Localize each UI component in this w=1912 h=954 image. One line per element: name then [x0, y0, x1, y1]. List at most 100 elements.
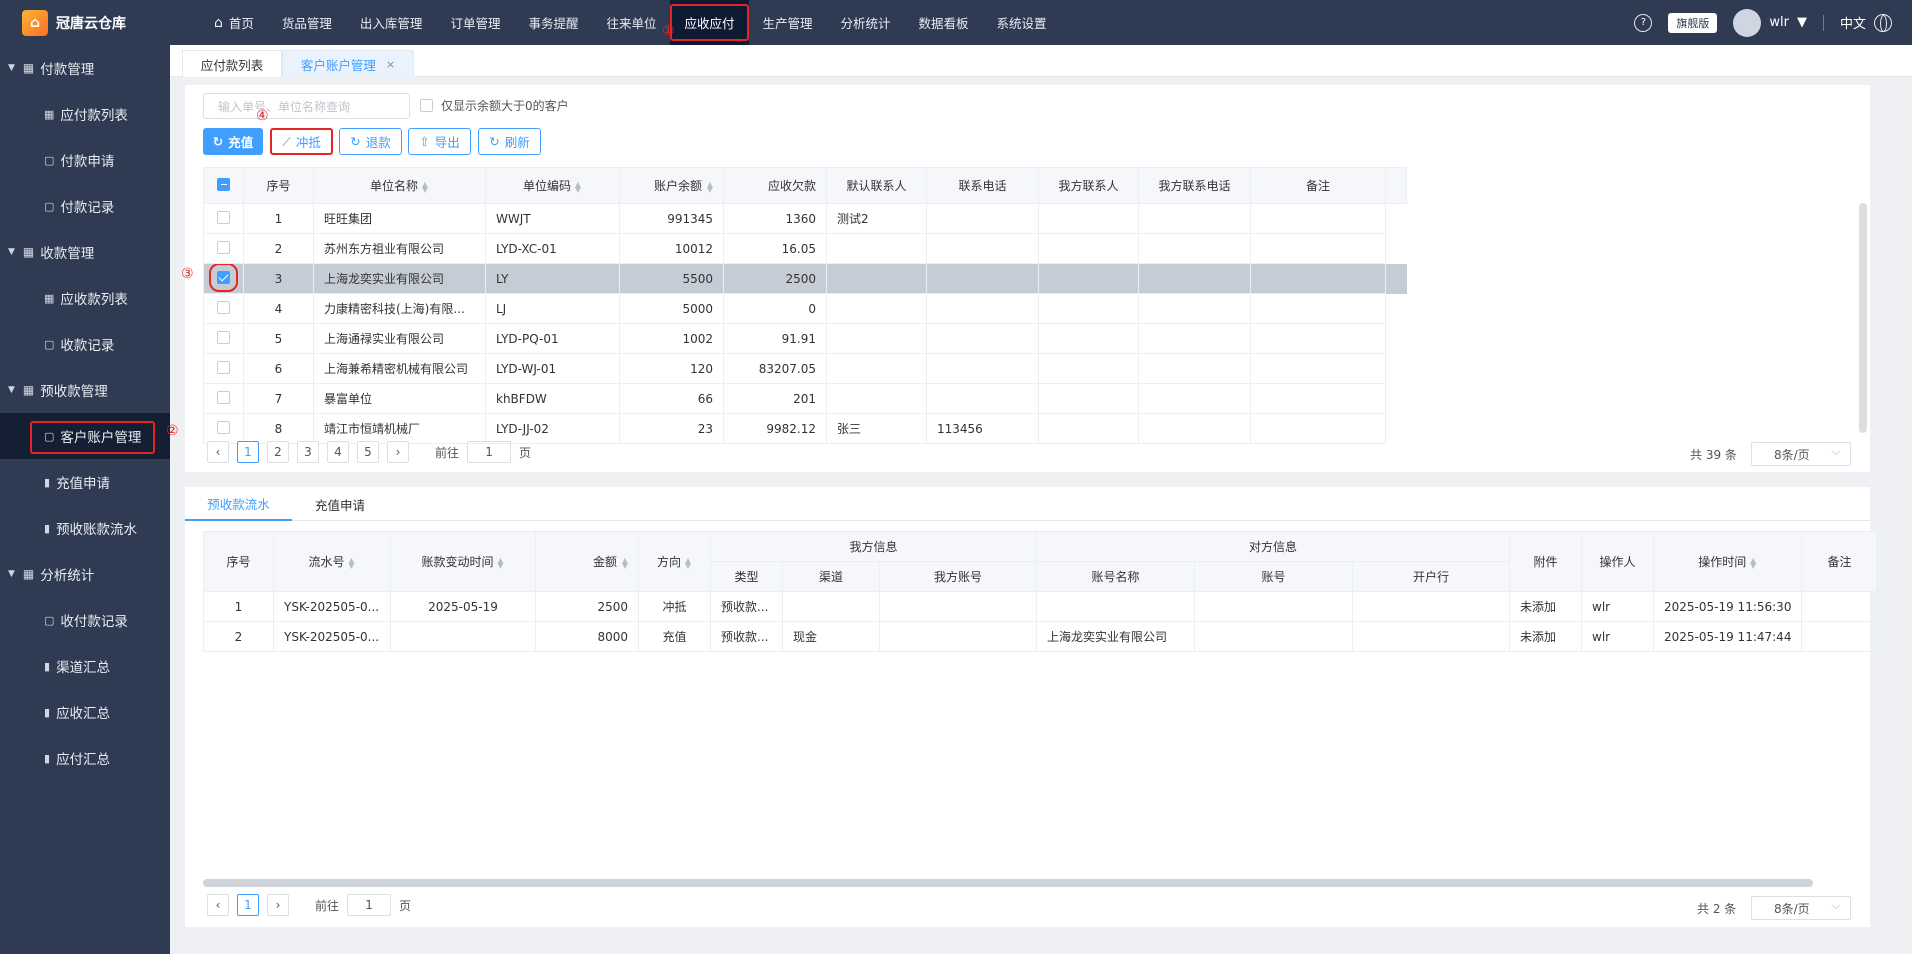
- tab-recharge-request[interactable]: 充值申请: [315, 487, 365, 521]
- table-row[interactable]: 2 YSK-202505-0... 8000 充值 预收款... 现金 上海龙奕实业有限公司…: [203, 621, 1878, 652]
- horizontal-scrollbar[interactable]: [203, 879, 1813, 887]
- table-row[interactable]: 6 上海兼希精密机械有限公司 LYD-WJ-01 120 83207.05: [203, 353, 1407, 384]
- col-header-sortable[interactable]: 操作时间 ▲ ▼: [1652, 531, 1803, 592]
- page-button[interactable]: 4: [327, 441, 349, 463]
- sort-icon[interactable]: ▲ ▼: [348, 556, 356, 569]
- col-header-sortable[interactable]: 方向 ▲ ▼: [638, 531, 711, 592]
- sidebar-item-payment-request[interactable]: ▢ 付款申请: [0, 137, 170, 183]
- export-button[interactable]: ⇧ 导出: [408, 128, 471, 155]
- refresh-button[interactable]: ↻ 刷新: [478, 128, 541, 155]
- sidebar-item-receivables-list[interactable]: ▦ 应收款列表: [0, 275, 170, 321]
- nav-dashboard[interactable]: 数据看板: [905, 0, 983, 45]
- col-header-sortable[interactable]: 金额 ▲ ▼: [535, 531, 639, 592]
- prev-page-button[interactable]: ‹: [207, 894, 229, 916]
- app-logo[interactable]: ⌂ 冠唐云仓库: [0, 0, 170, 45]
- search-input[interactable]: 输入单号、单位名称查询: [203, 93, 410, 119]
- sidebar-group-analytics[interactable]: ▼ ▦ 分析统计: [0, 551, 170, 597]
- sidebar-item-payment-history[interactable]: ▢ 收付款记录: [0, 597, 170, 643]
- language-switch[interactable]: 中文: [1840, 13, 1892, 32]
- page-button[interactable]: 1: [237, 441, 259, 463]
- sidebar-item-prepayment-flow[interactable]: ▮ 预收账款流水: [0, 505, 170, 551]
- table-row[interactable]: 1 YSK-202505-0... 2025-05-19 2500 冲抵 预收款... 未添…: [203, 591, 1878, 622]
- row-select-cell[interactable]: [203, 263, 244, 294]
- table-row[interactable]: 1 旺旺集团 WWJT 991345 1360 测试2: [203, 203, 1407, 234]
- user-menu[interactable]: wlr ▼: [1733, 8, 1807, 37]
- sort-icon[interactable]: ▲ ▼: [497, 556, 505, 569]
- col-header-sortable[interactable]: 账户余额 ▲ ▼: [619, 167, 724, 204]
- page-button[interactable]: 2: [267, 441, 289, 463]
- sidebar-item-receivable-summary[interactable]: ▮ 应收汇总: [0, 689, 170, 735]
- nav-inout[interactable]: 出入库管理: [346, 0, 437, 45]
- sort-icon[interactable]: ▲ ▼: [705, 180, 713, 193]
- table-row[interactable]: 4 力康精密科技(上海)有限... LJ 5000 0: [203, 293, 1407, 324]
- page-size-select[interactable]: 8条/页: [1751, 442, 1851, 466]
- sidebar-item-customer-accounts[interactable]: ▢ 客户账户管理: [0, 413, 170, 459]
- nav-goods[interactable]: 货品管理: [268, 0, 346, 45]
- recharge-button[interactable]: ↻ 充值: [203, 128, 263, 155]
- nav-partners[interactable]: 往来单位: [592, 0, 670, 45]
- row-checkbox[interactable]: [217, 360, 230, 374]
- select-all-checkbox[interactable]: [217, 177, 230, 191]
- page-button[interactable]: 5: [357, 441, 379, 463]
- select-all[interactable]: [203, 167, 244, 204]
- sort-icon[interactable]: ▲ ▼: [574, 180, 582, 193]
- nav-orders[interactable]: 订单管理: [436, 0, 514, 45]
- refund-button[interactable]: ↻ 退款: [339, 128, 402, 155]
- row-checkbox[interactable]: [209, 264, 238, 292]
- row-checkbox[interactable]: [217, 420, 230, 434]
- col-header-sortable[interactable]: 流水号 ▲ ▼: [273, 531, 391, 592]
- next-page-button[interactable]: ›: [387, 441, 409, 463]
- table-row[interactable]: 8 靖江市恒靖机械厂 LYD-JJ-02 23 9982.12 张三 113456: [203, 413, 1407, 444]
- table-row[interactable]: 3 上海龙奕实业有限公司 LY 5500 2500: [203, 263, 1407, 294]
- row-select-cell[interactable]: [203, 353, 244, 384]
- sidebar-group-prepayments[interactable]: ▼ ▦ 预收款管理: [0, 367, 170, 413]
- prev-page-button[interactable]: ‹: [207, 441, 229, 463]
- row-checkbox[interactable]: [217, 210, 230, 224]
- positive-balance-filter[interactable]: 仅显示余额大于0的客户: [420, 97, 569, 114]
- col-header-sortable[interactable]: 账款变动时间 ▲ ▼: [390, 531, 536, 592]
- sidebar-group-payments[interactable]: ▼ ▦ 付款管理: [0, 45, 170, 91]
- nav-reminders[interactable]: 事务提醒: [514, 0, 592, 45]
- page-button[interactable]: 1: [237, 894, 259, 916]
- nav-settings[interactable]: 系统设置: [983, 0, 1061, 45]
- sidebar-group-collections[interactable]: ▼ ▦ 收款管理: [0, 229, 170, 275]
- row-select-cell[interactable]: [203, 203, 244, 234]
- close-icon[interactable]: ×: [386, 58, 395, 71]
- sidebar-item-payment-records[interactable]: ▢ 付款记录: [0, 183, 170, 229]
- page-size-select[interactable]: 8条/页: [1751, 896, 1851, 920]
- offset-button[interactable]: ⟋ 冲抵: [270, 128, 333, 155]
- vertical-scrollbar[interactable]: [1859, 203, 1867, 433]
- nav-receivables-payables[interactable]: 应收应付: [670, 0, 749, 45]
- tab-customer-accounts[interactable]: 客户账户管理 ×: [282, 50, 414, 77]
- nav-production[interactable]: 生产管理: [749, 0, 827, 45]
- next-page-button[interactable]: ›: [267, 894, 289, 916]
- col-header-sortable[interactable]: 单位编码 ▲ ▼: [485, 167, 620, 204]
- goto-page-input[interactable]: 1: [347, 894, 392, 916]
- nav-analytics[interactable]: 分析统计: [827, 0, 905, 45]
- sidebar-item-payable-summary[interactable]: ▮ 应付汇总: [0, 735, 170, 781]
- row-select-cell[interactable]: [203, 413, 244, 444]
- goto-page-input[interactable]: 1: [467, 441, 512, 463]
- row-select-cell[interactable]: [203, 383, 244, 414]
- filter-checkbox[interactable]: [420, 99, 433, 112]
- sort-icon[interactable]: ▲ ▼: [684, 556, 692, 569]
- sort-icon[interactable]: ▲ ▼: [421, 180, 429, 193]
- row-checkbox[interactable]: [217, 390, 230, 404]
- row-checkbox[interactable]: [217, 300, 230, 314]
- row-select-cell[interactable]: [203, 293, 244, 324]
- col-header-sortable[interactable]: 单位名称 ▲ ▼: [313, 167, 486, 204]
- sidebar-item-recharge-request[interactable]: ▮ 充值申请: [0, 459, 170, 505]
- table-row[interactable]: 7 暴富单位 khBFDW 66 201: [203, 383, 1407, 414]
- sort-icon[interactable]: ▲ ▼: [620, 556, 628, 569]
- row-select-cell[interactable]: [203, 323, 244, 354]
- sidebar-item-collection-records[interactable]: ▢ 收款记录: [0, 321, 170, 367]
- tab-payables-list[interactable]: 应付款列表: [182, 50, 282, 77]
- row-select-cell[interactable]: [203, 233, 244, 264]
- row-checkbox[interactable]: [217, 330, 230, 344]
- help-icon[interactable]: ?: [1634, 13, 1653, 32]
- sidebar-item-payables-list[interactable]: ▦ 应付款列表: [0, 91, 170, 137]
- sort-icon[interactable]: ▲ ▼: [1749, 556, 1757, 569]
- table-row[interactable]: 2 苏州东方祖业有限公司 LYD-XC-01 10012 16.05: [203, 233, 1407, 264]
- tab-prepayment-flow[interactable]: 预收款流水: [185, 487, 292, 521]
- nav-home[interactable]: ⌂ 首页: [200, 0, 268, 45]
